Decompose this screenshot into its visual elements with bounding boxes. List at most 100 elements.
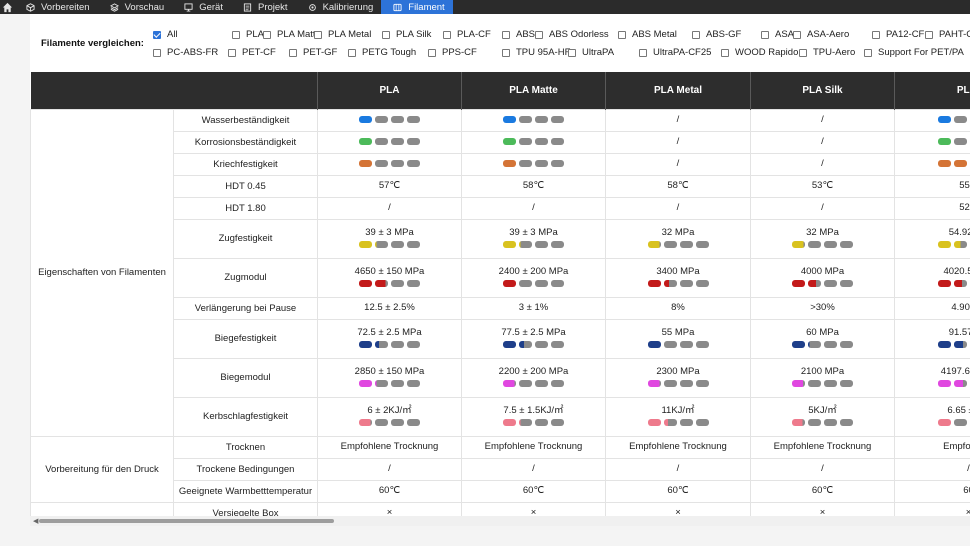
tab-filament[interactable]: Filament (381, 0, 453, 14)
checkbox[interactable] (502, 30, 510, 39)
checkbox[interactable] (639, 48, 647, 57)
horizontal-scrollbar[interactable]: ◀ (30, 516, 970, 526)
checkbox[interactable] (348, 48, 356, 57)
filter-option-asa[interactable]: ASA (761, 29, 794, 40)
value-cell: 39 ± 3 MPa (461, 218, 606, 259)
checkbox[interactable] (289, 48, 297, 57)
value-text: / (676, 463, 680, 474)
filter-option-support-for-pet-pa[interactable]: Support For PET/PA (864, 47, 964, 58)
value-cell: 2400 ± 200 MPa (461, 257, 606, 298)
checkbox[interactable] (925, 30, 933, 39)
tab-kalibrierung[interactable]: Kalibrierung (296, 0, 382, 14)
filter-option-pet-gf[interactable]: PET-GF (289, 47, 337, 58)
value-text: 39 ± 3 MPa (365, 227, 414, 238)
rating-bar-segment (391, 160, 404, 168)
checkbox[interactable] (428, 48, 436, 57)
filter-option-pc-abs-fr[interactable]: PC-ABS-FR (153, 47, 218, 58)
tab-vorbereiten[interactable]: Vorbereiten (14, 0, 98, 14)
value-cell: 3 ± 1% (461, 296, 606, 320)
value-cell: 6 ± 2KJ/㎡ (317, 396, 462, 437)
rating-bar (503, 138, 564, 146)
filter-option-pla-silk[interactable]: PLA Silk (382, 29, 431, 40)
rating-bar (792, 240, 853, 248)
value-cell: 2200 ± 200 MPa (461, 357, 606, 398)
filter-option-abs-gf[interactable]: ABS-GF (692, 29, 741, 40)
rating-bar-segment (647, 279, 661, 287)
checkbox[interactable] (761, 30, 769, 39)
filter-option-pla-cf[interactable]: PLA-CF (443, 29, 491, 40)
filter-option-pa12-cf[interactable]: PA12-CF (872, 29, 924, 40)
rating-bar-segment (551, 160, 564, 168)
property-label: Geeignete Warmbetttemperatur (173, 479, 318, 503)
checkbox[interactable] (443, 30, 451, 39)
checkbox[interactable] (263, 30, 271, 39)
filter-option-ultrapa-cf25[interactable]: UltraPA-CF25 (639, 47, 711, 58)
checkbox[interactable] (568, 48, 576, 57)
checkbox[interactable] (153, 30, 161, 39)
property-label: Korrosionsbeständigkeit (173, 130, 318, 154)
filter-option-abs-metal[interactable]: ABS Metal (618, 29, 677, 40)
checkbox[interactable] (535, 30, 543, 39)
filter-option-abs-odorless[interactable]: ABS Odorless (535, 29, 609, 40)
checkbox[interactable] (618, 30, 626, 39)
checkbox[interactable] (793, 30, 801, 39)
rating-bar-segment (375, 160, 388, 168)
filter-option-tpu-aero[interactable]: TPU-Aero (799, 47, 855, 58)
rating-bar (938, 279, 970, 287)
filter-option-pla-matte[interactable]: PLA Matte (263, 29, 321, 40)
rating-bar-segment (954, 340, 967, 348)
checkbox[interactable] (692, 30, 700, 39)
filter-option-pet-cf[interactable]: PET-CF (228, 47, 276, 58)
rating-bar-segment (840, 279, 853, 287)
filter-option-abs[interactable]: ABS (502, 29, 535, 40)
scrollbar-thumb[interactable] (39, 519, 334, 523)
rating-bar (503, 418, 564, 426)
checkbox[interactable] (228, 48, 236, 57)
project-icon (243, 2, 258, 12)
rating-bar-segment (551, 116, 564, 124)
tab-vorschau[interactable]: Vorschau (98, 0, 173, 14)
filter-option-wood-rapido[interactable]: WOOD Rapido (721, 47, 798, 58)
rating-bar-segment (647, 340, 661, 348)
filter-option-pps-cf[interactable]: PPS-CF (428, 47, 477, 58)
value-text: / (821, 136, 824, 147)
column-header: PLA- (894, 72, 970, 109)
filter-option-petg-tough[interactable]: PETG Tough (348, 47, 416, 58)
home-icon[interactable] (0, 0, 14, 14)
rating-bar (359, 340, 420, 348)
value-text: Empfohlene Trocknung (484, 441, 583, 452)
rating-bar-segment (407, 160, 420, 168)
value-text: / (532, 202, 535, 213)
value-cell: / (750, 152, 895, 176)
checkbox[interactable] (314, 30, 322, 39)
filter-option-pla[interactable]: PLA (232, 29, 264, 40)
filter-option-ultrapa[interactable]: UltraPA (568, 47, 614, 58)
checkbox[interactable] (799, 48, 807, 57)
rating-bar-segment (391, 116, 404, 124)
filter-option-paht-cf[interactable]: PAHT-CF (925, 29, 970, 40)
rating-bar-segment (808, 240, 821, 248)
scroll-left-icon[interactable]: ◀ (33, 517, 38, 525)
value-text: 55.2 (959, 180, 970, 191)
checkbox[interactable] (382, 30, 390, 39)
checkbox[interactable] (232, 30, 240, 39)
value-text: 2300 MPa (656, 366, 700, 377)
filter-option-pla-metal[interactable]: PLA Metal (314, 29, 371, 40)
value-cell: 58℃ (461, 174, 606, 198)
checkbox[interactable] (872, 30, 880, 39)
tab-gerät[interactable]: Gerät (172, 0, 231, 14)
rating-bar-segment (375, 279, 388, 287)
rating-bar-segment (824, 379, 837, 387)
checkbox[interactable] (502, 48, 510, 57)
rating-bar-segment (535, 116, 548, 124)
filter-option-tpu-95a-hf[interactable]: TPU 95A-HF (502, 47, 570, 58)
rating-bar-segment (647, 379, 661, 387)
checkbox[interactable] (153, 48, 161, 57)
rating-bar (503, 240, 564, 248)
tab-projekt[interactable]: Projekt (231, 0, 296, 14)
filter-option-asa-aero[interactable]: ASA-Aero (793, 29, 849, 40)
checkbox[interactable] (721, 48, 729, 57)
checkbox[interactable] (864, 48, 872, 57)
filter-option-all[interactable]: All (153, 29, 178, 40)
value-text: 54.92 ± 0 (948, 227, 970, 238)
